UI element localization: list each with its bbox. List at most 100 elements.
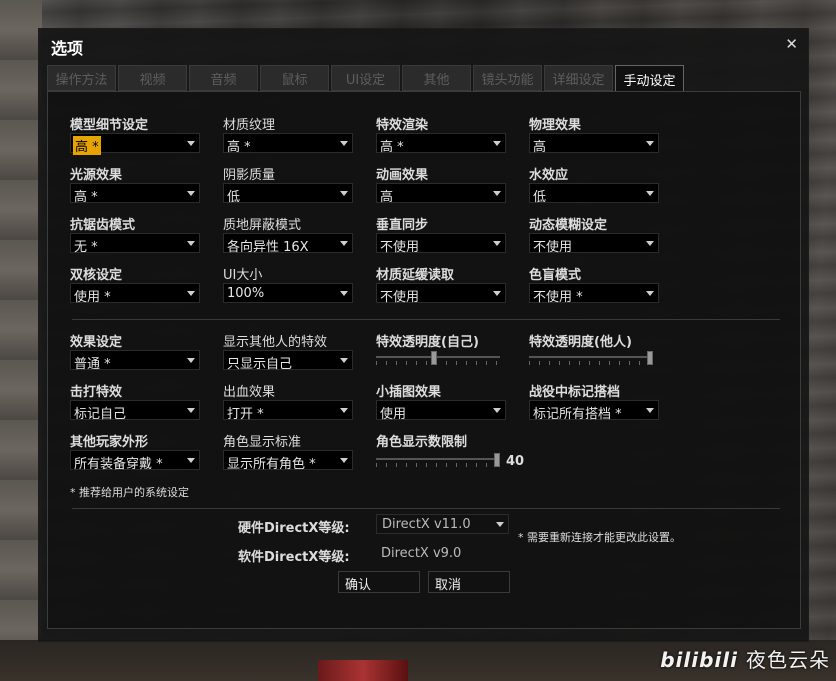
slider-track [376, 356, 500, 358]
model-detail-dropdown[interactable]: 高 * [70, 133, 200, 155]
char-limit-slider[interactable] [376, 453, 500, 469]
chevron-down-icon [646, 241, 654, 246]
blood-dropdown[interactable]: 打开 * [223, 400, 353, 422]
effect-alpha-other-label: 特效透明度(他人) [529, 335, 632, 350]
dual-core-label: 双核设定 [70, 268, 123, 283]
effect-setting-value: 普通 * [74, 357, 111, 372]
chevron-down-icon [187, 408, 195, 413]
battle-mark-value: 标记所有搭档 * [533, 407, 622, 422]
shadow-value: 低 [227, 190, 241, 205]
texture-delay-dropdown[interactable]: 不使用 [376, 283, 506, 305]
tab-bar: 操作方法 视频 音频 鼠标 UI设定 其他 镜头功能 详细设定 手动设定 [47, 65, 686, 92]
tab-other[interactable]: 其他 [402, 65, 471, 91]
effect-render-dropdown[interactable]: 高 * [376, 133, 506, 155]
physics-label: 物理效果 [529, 118, 582, 133]
char-display-value: 显示所有角色 * [227, 457, 316, 472]
char-display-label: 角色显示标准 [223, 435, 302, 450]
slider-thumb[interactable] [494, 453, 500, 467]
effect-alpha-self-slider[interactable] [376, 351, 500, 367]
shadow-dropdown[interactable]: 低 [223, 183, 353, 205]
slider-ticks [376, 361, 500, 365]
tab-camera[interactable]: 镜头功能 [473, 65, 542, 91]
hit-effect-value: 标记自己 [74, 407, 127, 422]
chevron-down-icon [340, 291, 348, 296]
tab-audio[interactable]: 音频 [189, 65, 258, 91]
physics-value: 高 [533, 140, 547, 155]
confirm-button[interactable]: 确认 [338, 571, 420, 593]
light-label: 光源效果 [70, 168, 123, 183]
water-dropdown[interactable]: 低 [529, 183, 659, 205]
cancel-label: 取消 [435, 578, 462, 593]
effect-setting-dropdown[interactable]: 普通 * [70, 350, 200, 372]
char-limit-label: 角色显示数限制 [376, 435, 468, 450]
tab-ui-settings[interactable]: UI设定 [331, 65, 400, 91]
shadow-label: 阴影质量 [223, 168, 276, 183]
tab-detail-settings[interactable]: 详细设定 [544, 65, 613, 91]
animation-value: 高 [380, 190, 394, 205]
blood-value: 打开 * [227, 407, 264, 422]
restart-note: * 需要重新连接才能更改此设置。 [518, 531, 681, 544]
sw-directx-label: 软件DirectX等级: [238, 550, 350, 565]
slider-track [376, 458, 500, 460]
other-effects-label: 显示其他人的特效 [223, 335, 328, 350]
tab-mouse[interactable]: 鼠标 [260, 65, 329, 91]
vsync-label: 垂直同步 [376, 218, 429, 233]
animation-label: 动画效果 [376, 168, 429, 183]
colorblind-value: 不使用 * [533, 290, 583, 305]
chevron-down-icon [187, 141, 195, 146]
slider-ticks [376, 463, 500, 467]
ui-size-dropdown[interactable]: 100% [223, 283, 353, 303]
texture-dropdown[interactable]: 高 * [223, 133, 353, 155]
close-icon[interactable]: ✕ [785, 35, 798, 53]
chevron-down-icon [493, 408, 501, 413]
light-dropdown[interactable]: 高 * [70, 183, 200, 205]
ui-size-label: UI大小 [223, 268, 263, 283]
aniso-dropdown[interactable]: 各向异性 16X [223, 233, 353, 255]
blood-label: 出血效果 [223, 385, 276, 400]
effect-alpha-other-slider[interactable] [529, 351, 653, 367]
slider-track [529, 356, 653, 358]
motion-blur-dropdown[interactable]: 不使用 [529, 233, 659, 255]
slider-ticks [529, 361, 653, 365]
hit-effect-dropdown[interactable]: 标记自己 [70, 400, 200, 422]
animation-dropdown[interactable]: 高 [376, 183, 506, 205]
other-effects-dropdown[interactable]: 只显示自己 [223, 350, 353, 372]
model-detail-value: 高 * [73, 136, 101, 155]
tab-controls[interactable]: 操作方法 [47, 65, 116, 91]
hit-effect-label: 击打特效 [70, 385, 123, 400]
hw-directx-dropdown[interactable]: DirectX v11.0 [376, 514, 509, 534]
aa-label: 抗锯齿模式 [70, 218, 136, 233]
aniso-label: 质地屏蔽模式 [223, 218, 302, 233]
dual-core-dropdown[interactable]: 使用 * [70, 283, 200, 305]
bilibili-logo: bilibili [660, 648, 738, 672]
vsync-dropdown[interactable]: 不使用 [376, 233, 506, 255]
battle-mark-dropdown[interactable]: 标记所有搭档 * [529, 400, 659, 422]
chevron-down-icon [493, 141, 501, 146]
chevron-down-icon [493, 191, 501, 196]
cancel-button[interactable]: 取消 [428, 571, 510, 593]
chevron-down-icon [493, 291, 501, 296]
colorblind-dropdown[interactable]: 不使用 * [529, 283, 659, 305]
minimap-dropdown[interactable]: 使用 [376, 400, 506, 422]
section-divider [72, 508, 780, 509]
dual-core-value: 使用 * [74, 290, 111, 305]
slider-thumb[interactable] [647, 351, 653, 365]
physics-dropdown[interactable]: 高 [529, 133, 659, 155]
chevron-down-icon [187, 241, 195, 246]
player-look-value: 所有装备穿戴 * [74, 457, 163, 472]
chevron-down-icon [496, 522, 504, 527]
tab-manual-settings[interactable]: 手动设定 [615, 65, 684, 92]
tab-video[interactable]: 视频 [118, 65, 187, 91]
chevron-down-icon [340, 241, 348, 246]
player-look-dropdown[interactable]: 所有装备穿戴 * [70, 450, 200, 472]
other-effects-value: 只显示自己 [227, 357, 293, 372]
slider-thumb[interactable] [431, 351, 437, 365]
options-dialog: 选项 ✕ 操作方法 视频 音频 鼠标 UI设定 其他 镜头功能 详细设定 手动设… [38, 28, 809, 642]
char-display-dropdown[interactable]: 显示所有角色 * [223, 450, 353, 472]
aa-dropdown[interactable]: 无 * [70, 233, 200, 255]
minimap-label: 小插图效果 [376, 385, 442, 400]
effect-setting-label: 效果设定 [70, 335, 123, 350]
minimap-value: 使用 [380, 407, 407, 422]
hw-directx-value: DirectX v11.0 [382, 517, 471, 532]
water-label: 水效应 [529, 168, 569, 183]
